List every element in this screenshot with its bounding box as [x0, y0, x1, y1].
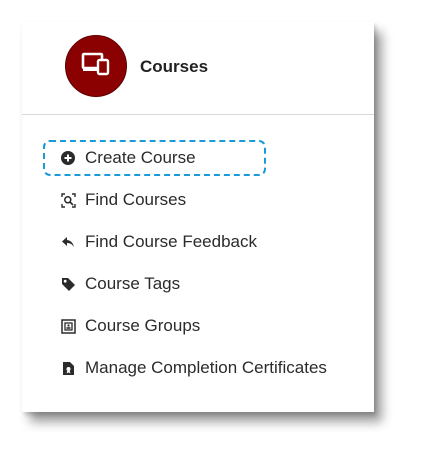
courses-menu-panel: Courses Create Course Find Courses Find …	[22, 22, 374, 412]
menu-item-label: Course Groups	[85, 316, 201, 335]
tag-icon	[59, 275, 77, 293]
search-document-icon	[59, 191, 77, 209]
menu-item-label: Create Course	[85, 148, 196, 167]
menu-item-label: Find Courses	[85, 190, 187, 209]
create-course-link[interactable]: Create Course	[43, 140, 266, 176]
page-title: Courses	[140, 57, 209, 76]
certificate-file-icon	[59, 359, 77, 377]
menu-item-label: Manage Completion Certificates	[85, 358, 327, 377]
course-groups-link[interactable]: Course Groups	[44, 308, 200, 344]
menu-item-label: Find Course Feedback	[85, 232, 257, 251]
courses-avatar	[65, 35, 127, 97]
reply-arrow-icon	[59, 233, 77, 251]
group-frame-icon	[59, 317, 77, 335]
panel-header: Courses	[22, 22, 374, 115]
manage-completion-certificates-link[interactable]: Manage Completion Certificates	[44, 350, 327, 386]
plus-circle-icon	[59, 149, 77, 167]
course-tags-link[interactable]: Course Tags	[44, 266, 180, 302]
menu-item-label: Course Tags	[85, 274, 181, 293]
find-course-feedback-link[interactable]: Find Course Feedback	[44, 224, 257, 260]
devices-icon	[81, 52, 111, 81]
find-courses-link[interactable]: Find Courses	[44, 182, 186, 218]
